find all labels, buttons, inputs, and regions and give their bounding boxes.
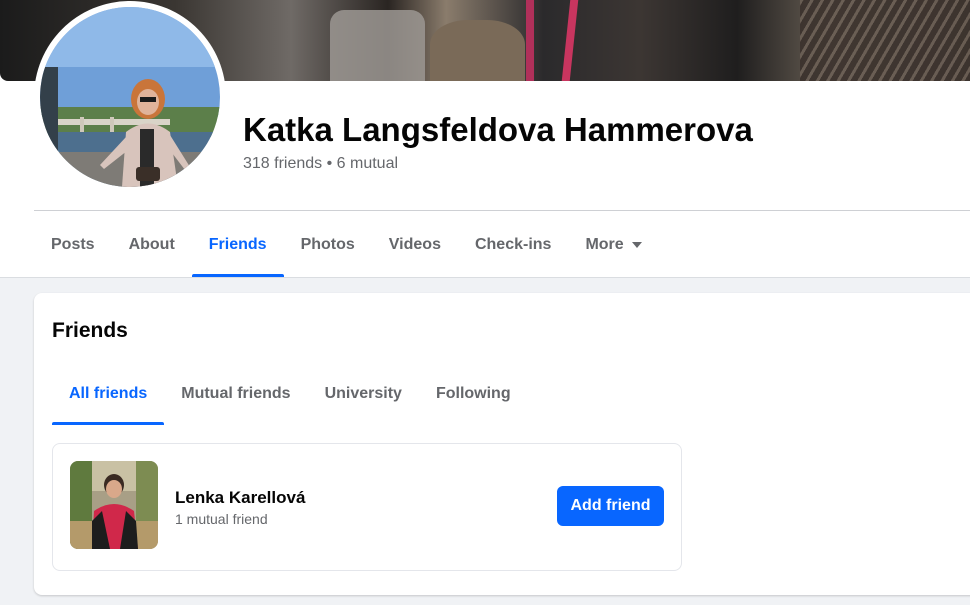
profile-picture-image <box>40 7 220 187</box>
profile-header: Katka Langsfeldova Hammerova 318 friends… <box>0 0 970 278</box>
tab-label: Posts <box>51 236 95 253</box>
caret-down-icon <box>631 242 642 248</box>
tab-label: About <box>128 236 175 253</box>
tab-label: Photos <box>300 236 355 253</box>
subtab-university[interactable]: University <box>308 363 419 425</box>
cover-rock-shape <box>430 20 525 81</box>
profile-tabs: Posts About Friends Photos Videos Check-… <box>34 213 659 277</box>
friend-avatar-image <box>70 461 158 549</box>
header-divider <box>34 210 970 211</box>
tab-about[interactable]: About <box>112 213 192 277</box>
friend-list-item: Lenka Karellová 1 mutual friend Add frie… <box>52 443 682 571</box>
tab-friends[interactable]: Friends <box>191 213 284 277</box>
friend-name[interactable]: Lenka Karellová <box>175 487 305 509</box>
cover-pole-shape <box>526 0 534 81</box>
tab-posts[interactable]: Posts <box>34 213 112 277</box>
subtab-label: University <box>324 385 402 402</box>
friends-card: Friends All friends Mutual friends Unive… <box>34 293 970 595</box>
tab-label: Friends <box>208 236 267 253</box>
tab-label: More <box>585 236 624 253</box>
tab-label: Videos <box>388 236 441 253</box>
add-friend-button[interactable]: Add friend <box>557 486 664 526</box>
subtab-all-friends[interactable]: All friends <box>52 363 165 425</box>
cover-branches-shape <box>800 0 970 81</box>
subtab-mutual-friends[interactable]: Mutual friends <box>164 363 307 425</box>
tab-videos[interactable]: Videos <box>372 213 458 277</box>
tab-more[interactable]: More <box>568 213 658 277</box>
tab-check-ins[interactable]: Check-ins <box>458 213 568 277</box>
friends-subtabs: All friends Mutual friends University Fo… <box>52 363 528 425</box>
friends-count-summary[interactable]: 318 friends • 6 mutual <box>243 153 398 175</box>
profile-name: Katka Langsfeldova Hammerova <box>243 111 753 148</box>
subtab-label: All friends <box>69 385 148 402</box>
cover-boot-shape <box>330 10 425 81</box>
subtab-following[interactable]: Following <box>419 363 528 425</box>
profile-picture[interactable] <box>40 7 220 187</box>
friends-section-title: Friends <box>52 319 128 342</box>
subtab-label: Following <box>435 385 511 402</box>
subtab-label: Mutual friends <box>181 385 291 402</box>
tab-label: Check-ins <box>474 236 552 253</box>
friend-avatar[interactable] <box>70 461 158 549</box>
cover-pole-shape <box>561 0 579 81</box>
tab-photos[interactable]: Photos <box>284 213 372 277</box>
friend-mutual-count[interactable]: 1 mutual friend <box>175 510 268 528</box>
